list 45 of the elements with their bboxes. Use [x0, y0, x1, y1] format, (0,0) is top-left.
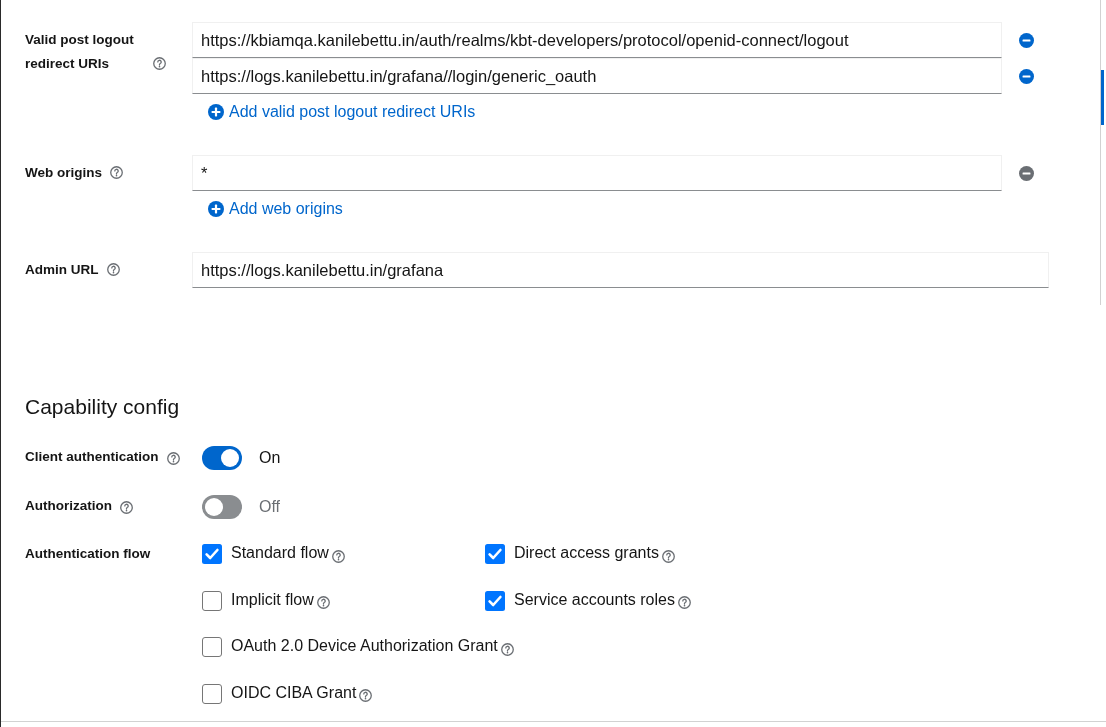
field-label: Client authentication — [25, 448, 159, 466]
option-label: Standard flow — [231, 543, 329, 563]
url-input[interactable]: https://logs.kanilebettu.in/grafana — [192, 252, 1049, 288]
help-icon[interactable] — [110, 166, 123, 179]
option-label: OIDC CIBA Grant — [231, 682, 357, 703]
help-icon[interactable] — [677, 596, 691, 609]
checkbox[interactable] — [202, 683, 222, 704]
option-label: OAuth 2.0 Device Authorization Grant — [231, 636, 498, 656]
help-icon[interactable] — [316, 596, 330, 609]
checkbox[interactable] — [485, 544, 505, 564]
help-icon[interactable] — [120, 500, 133, 514]
url-input[interactable]: * — [192, 155, 1002, 191]
section-heading: Capability config — [25, 394, 180, 420]
toggle-state-text: On — [259, 448, 281, 468]
minus-circle-icon[interactable] — [1019, 68, 1034, 84]
help-icon[interactable] — [500, 642, 514, 656]
url-input[interactable]: https://kbiamqa.kanilebettu.in/auth/realms/kbt-developers/protocol/openid-connect/logout — [192, 22, 1002, 58]
add-link[interactable]: Add web origins — [208, 199, 343, 219]
checkbox[interactable] — [485, 590, 505, 611]
help-icon[interactable] — [166, 451, 180, 465]
field-label: Authentication flow — [25, 545, 151, 563]
checkbox[interactable] — [202, 637, 222, 657]
help-icon[interactable] — [153, 57, 166, 70]
field-label: Valid post logout redirect URIs — [25, 31, 135, 73]
checkbox[interactable] — [202, 590, 222, 611]
plus-circle-icon[interactable] — [208, 201, 224, 217]
toggle-state-text: Off — [259, 497, 281, 517]
option-label: Implicit flow — [231, 589, 314, 610]
help-icon[interactable] — [359, 689, 373, 702]
help-icon[interactable] — [106, 263, 120, 276]
field-label: Admin URL — [25, 261, 99, 279]
minus-circle-icon[interactable] — [1019, 32, 1034, 48]
scrollbar[interactable] — [1100, 0, 1106, 305]
option-label: Service accounts roles — [514, 589, 675, 610]
field-label: Authorization — [25, 497, 112, 515]
checkbox[interactable] — [202, 544, 222, 564]
url-input[interactable]: https://logs.kanilebettu.in/grafana//login/generic_oauth — [192, 58, 1002, 94]
field-label: Web origins — [25, 164, 102, 182]
plus-circle-icon[interactable] — [208, 104, 224, 120]
toggle-switch[interactable] — [202, 495, 242, 519]
option-label: Direct access grants — [514, 543, 659, 563]
help-icon[interactable] — [331, 549, 345, 563]
help-icon[interactable] — [661, 549, 675, 563]
toggle-switch[interactable] — [202, 446, 242, 470]
add-link[interactable]: Add valid post logout redirect URIs — [208, 102, 476, 122]
